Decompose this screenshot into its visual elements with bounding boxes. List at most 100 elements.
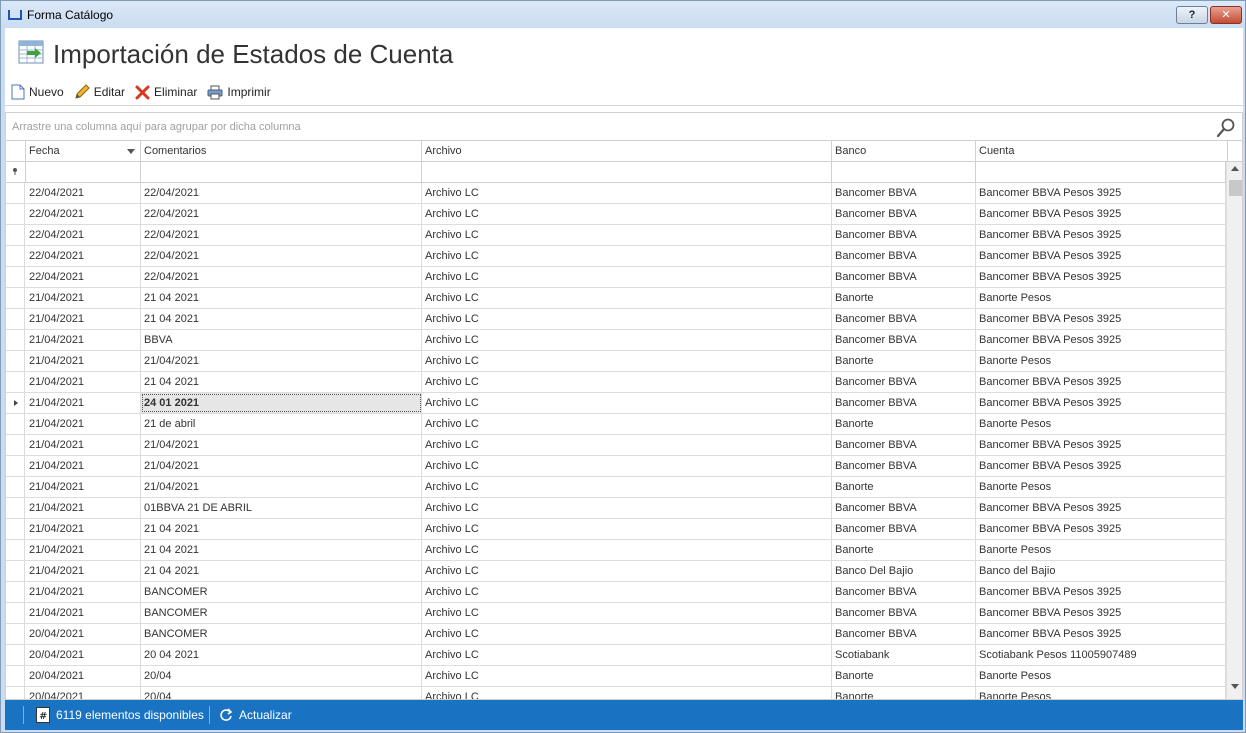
column-header-banco[interactable]: Banco [832,141,976,161]
table-row[interactable]: 21/04/2021 21/04/2021 Archivo LC Bancomer B… [6,456,1226,477]
table-row[interactable]: 21/04/2021 BANCOMER Archivo LC Bancomer BBV… [6,603,1226,624]
row-indicator[interactable] [6,204,25,224]
filter-cell-banco[interactable] [832,162,976,182]
cell-banco[interactable]: Banorte [832,666,976,686]
row-indicator[interactable] [6,414,25,434]
row-indicator[interactable] [6,561,25,581]
cell-cuenta[interactable]: Bancomer BBVA Pesos 3925 [976,498,1226,518]
scroll-thumb[interactable] [1229,180,1242,196]
cell-banco[interactable]: Banorte [832,351,976,371]
row-indicator[interactable] [6,183,25,203]
cell-fecha[interactable]: 20/04/2021 [26,687,141,699]
cell-fecha[interactable]: 22/04/2021 [26,225,141,245]
table-row[interactable]: 20/04/2021 20/04 Archivo LC Banorte Banorte … [6,666,1226,687]
cell-comentarios[interactable]: BANCOMER [141,603,422,623]
group-panel[interactable]: Arrastre una columna aquí para agrupar p… [5,112,1243,140]
cell-fecha[interactable]: 20/04/2021 [26,624,141,644]
cell-cuenta[interactable]: Bancomer BBVA Pesos 3925 [976,582,1226,602]
cell-cuenta[interactable]: Banorte Pesos [976,666,1226,686]
scroll-up-icon[interactable] [1231,166,1239,171]
cell-banco[interactable]: Bancomer BBVA [832,393,976,413]
column-header-comentarios[interactable]: Comentarios [141,141,422,161]
cell-cuenta[interactable]: Banorte Pesos [976,540,1226,560]
row-indicator[interactable] [6,540,25,560]
row-indicator[interactable] [6,582,25,602]
row-indicator[interactable] [6,645,25,665]
cell-archivo[interactable]: Archivo LC [422,666,832,686]
cell-cuenta[interactable]: Bancomer BBVA Pesos 3925 [976,246,1226,266]
cell-cuenta[interactable]: Bancomer BBVA Pesos 3925 [976,204,1226,224]
cell-comentarios[interactable]: BANCOMER [141,624,422,644]
cell-banco[interactable]: Bancomer BBVA [832,183,976,203]
close-button[interactable]: ✕ [1210,6,1242,24]
cell-banco[interactable]: Bancomer BBVA [832,435,976,455]
cell-fecha[interactable]: 21/04/2021 [26,393,141,413]
cell-banco[interactable]: Bancomer BBVA [832,624,976,644]
cell-cuenta[interactable]: Banorte Pesos [976,288,1226,308]
search-icon[interactable] [1216,118,1236,138]
help-button[interactable]: ? [1176,6,1208,24]
table-row[interactable]: 21/04/2021 21 de abril Archivo LC Banorte Ba… [6,414,1226,435]
table-row[interactable]: 22/04/2021 22/04/2021 Archivo LC Bancomer B… [6,267,1226,288]
cell-cuenta[interactable]: Bancomer BBVA Pesos 3925 [976,309,1226,329]
cell-cuenta[interactable]: Banorte Pesos [976,477,1226,497]
cell-banco[interactable]: Bancomer BBVA [832,498,976,518]
cell-fecha[interactable]: 21/04/2021 [26,519,141,539]
column-header-cuenta[interactable]: Cuenta [976,141,1228,161]
cell-archivo[interactable]: Archivo LC [422,540,832,560]
cell-comentarios[interactable]: 22/04/2021 [141,183,422,203]
cell-fecha[interactable]: 21/04/2021 [26,561,141,581]
cell-fecha[interactable]: 21/04/2021 [26,351,141,371]
cell-archivo[interactable]: Archivo LC [422,435,832,455]
cell-cuenta[interactable]: Bancomer BBVA Pesos 3925 [976,225,1226,245]
cell-comentarios[interactable]: 01BBVA 21 DE ABRIL [141,498,422,518]
table-row[interactable]: 21/04/2021 BANCOMER Archivo LC Bancomer BBV… [6,582,1226,603]
table-row[interactable]: 21/04/2021 21 04 2021 Archivo LC Banorte Ban… [6,540,1226,561]
row-indicator[interactable] [6,477,25,497]
cell-banco[interactable]: Bancomer BBVA [832,309,976,329]
cell-cuenta[interactable]: Banorte Pesos [976,351,1226,371]
table-row[interactable]: 21/04/2021 21/04/2021 Archivo LC Banorte Ban… [6,351,1226,372]
table-row[interactable]: 20/04/2021 20 04 2021 Archivo LC Scotiabank… [6,645,1226,666]
cell-comentarios[interactable]: 22/04/2021 [141,204,422,224]
cell-fecha[interactable]: 21/04/2021 [26,477,141,497]
cell-cuenta[interactable]: Bancomer BBVA Pesos 3925 [976,435,1226,455]
row-indicator[interactable] [6,393,25,413]
cell-cuenta[interactable]: Bancomer BBVA Pesos 3925 [976,603,1226,623]
row-indicator[interactable] [6,456,25,476]
cell-comentarios[interactable]: 21 04 2021 [141,561,422,581]
cell-archivo[interactable]: Archivo LC [422,645,832,665]
print-button[interactable]: Imprimir [207,82,271,102]
row-indicator[interactable] [6,666,25,686]
cell-archivo[interactable]: Archivo LC [422,519,832,539]
cell-banco[interactable]: Bancomer BBVA [832,519,976,539]
table-row[interactable]: 21/04/2021 01BBVA 21 DE ABRIL Archivo LC Ba… [6,498,1226,519]
cell-fecha[interactable]: 21/04/2021 [26,603,141,623]
edit-button[interactable]: Editar [74,82,125,102]
cell-archivo[interactable]: Archivo LC [422,246,832,266]
row-indicator[interactable] [6,498,25,518]
cell-archivo[interactable]: Archivo LC [422,582,832,602]
cell-cuenta[interactable]: Bancomer BBVA Pesos 3925 [976,330,1226,350]
cell-banco[interactable]: Banorte [832,540,976,560]
cell-comentarios[interactable]: 21/04/2021 [141,351,422,371]
cell-comentarios[interactable]: 21 04 2021 [141,540,422,560]
cell-fecha[interactable]: 21/04/2021 [26,414,141,434]
cell-fecha[interactable]: 21/04/2021 [26,372,141,392]
cell-archivo[interactable]: Archivo LC [422,414,832,434]
cell-cuenta[interactable]: Bancomer BBVA Pesos 3925 [976,267,1226,287]
cell-fecha[interactable]: 22/04/2021 [26,183,141,203]
table-row[interactable]: 21/04/2021 BBVA Archivo LC Bancomer BBVA Ban… [6,330,1226,351]
cell-banco[interactable]: Banorte [832,477,976,497]
cell-cuenta[interactable]: Banorte Pesos [976,687,1226,699]
cell-comentarios[interactable]: 21 04 2021 [141,519,422,539]
cell-fecha[interactable]: 21/04/2021 [26,540,141,560]
cell-cuenta[interactable]: Banorte Pesos [976,414,1226,434]
row-indicator[interactable] [6,372,25,392]
cell-banco[interactable]: Banorte [832,414,976,434]
cell-archivo[interactable]: Archivo LC [422,267,832,287]
cell-fecha[interactable]: 22/04/2021 [26,204,141,224]
row-indicator[interactable] [6,351,25,371]
filter-cell-comentarios[interactable] [141,162,422,182]
cell-archivo[interactable]: Archivo LC [422,477,832,497]
